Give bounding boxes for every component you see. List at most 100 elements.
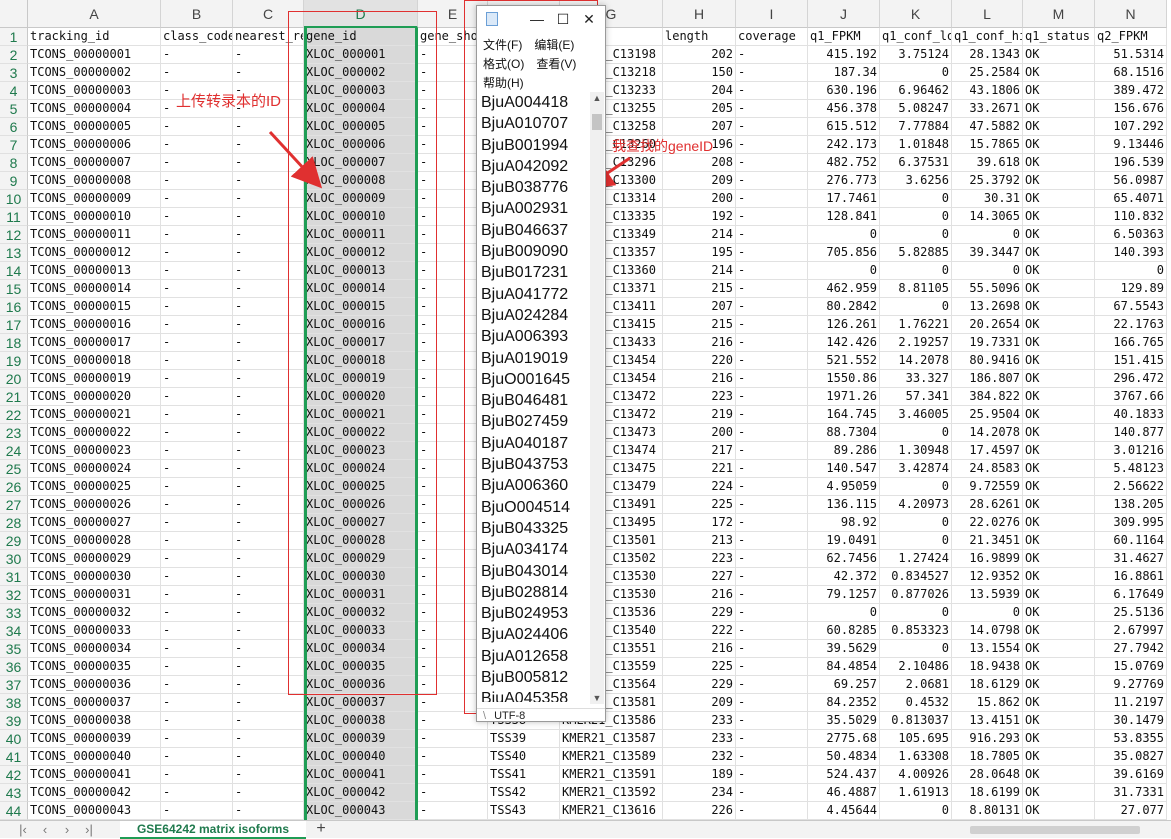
row-number[interactable]: 40 bbox=[0, 730, 28, 748]
table-cell[interactable]: - bbox=[161, 514, 233, 532]
table-cell[interactable]: - bbox=[736, 568, 808, 586]
next-sheet-icon[interactable]: › bbox=[56, 821, 78, 839]
table-cell[interactable]: 187.34 bbox=[808, 64, 880, 82]
table-cell[interactable]: XLOC_000011 bbox=[304, 226, 418, 244]
table-cell[interactable]: 142.426 bbox=[808, 334, 880, 352]
table-cell[interactable]: 0 bbox=[808, 604, 880, 622]
table-cell[interactable]: 0 bbox=[880, 532, 952, 550]
table-cell[interactable]: - bbox=[161, 406, 233, 424]
table-cell[interactable]: - bbox=[161, 604, 233, 622]
table-cell[interactable]: - bbox=[233, 460, 304, 478]
table-cell[interactable]: - bbox=[736, 82, 808, 100]
table-cell[interactable]: XLOC_000025 bbox=[304, 478, 418, 496]
table-cell[interactable]: - bbox=[736, 478, 808, 496]
table-cell[interactable]: XLOC_000019 bbox=[304, 370, 418, 388]
table-cell[interactable]: 0 bbox=[880, 604, 952, 622]
table-cell[interactable]: - bbox=[233, 334, 304, 352]
table-cell[interactable]: 0.4532 bbox=[880, 694, 952, 712]
first-sheet-icon[interactable]: |‹ bbox=[12, 821, 34, 839]
table-cell[interactable]: 129.89 bbox=[1095, 280, 1167, 298]
table-cell[interactable]: 1.30948 bbox=[880, 442, 952, 460]
field-header-cell[interactable]: length bbox=[663, 28, 736, 46]
row-number[interactable]: 24 bbox=[0, 442, 28, 460]
table-cell[interactable]: 4.20973 bbox=[880, 496, 952, 514]
table-cell[interactable]: - bbox=[161, 226, 233, 244]
table-cell[interactable]: 462.959 bbox=[808, 280, 880, 298]
table-cell[interactable]: OK bbox=[1023, 496, 1095, 514]
table-cell[interactable]: - bbox=[233, 316, 304, 334]
table-cell[interactable]: XLOC_000029 bbox=[304, 550, 418, 568]
table-cell[interactable]: OK bbox=[1023, 280, 1095, 298]
table-cell[interactable]: OK bbox=[1023, 550, 1095, 568]
table-cell[interactable]: 223 bbox=[663, 550, 736, 568]
table-cell[interactable]: TCONS_00000033 bbox=[28, 622, 161, 640]
table-cell[interactable]: - bbox=[736, 730, 808, 748]
table-cell[interactable]: OK bbox=[1023, 46, 1095, 64]
scroll-up-icon[interactable]: ▲ bbox=[590, 92, 604, 104]
table-cell[interactable]: 0 bbox=[880, 424, 952, 442]
table-cell[interactable]: 207 bbox=[663, 118, 736, 136]
table-cell[interactable]: XLOC_000033 bbox=[304, 622, 418, 640]
table-cell[interactable]: - bbox=[233, 118, 304, 136]
table-cell[interactable]: 3767.66 bbox=[1095, 388, 1167, 406]
table-cell[interactable]: XLOC_000042 bbox=[304, 784, 418, 802]
table-cell[interactable]: 0 bbox=[952, 604, 1023, 622]
row-number[interactable]: 8 bbox=[0, 154, 28, 172]
table-cell[interactable]: OK bbox=[1023, 676, 1095, 694]
table-cell[interactable]: OK bbox=[1023, 334, 1095, 352]
row-number[interactable]: 20 bbox=[0, 370, 28, 388]
table-cell[interactable]: 156.676 bbox=[1095, 100, 1167, 118]
row-number[interactable]: 31 bbox=[0, 568, 28, 586]
table-cell[interactable]: 2.67997 bbox=[1095, 622, 1167, 640]
table-cell[interactable]: 13.2698 bbox=[952, 298, 1023, 316]
table-cell[interactable]: - bbox=[418, 730, 488, 748]
notepad-scrollbar[interactable]: ▲ ▼ bbox=[590, 92, 604, 704]
table-cell[interactable]: 200 bbox=[663, 424, 736, 442]
table-cell[interactable]: 2.56622 bbox=[1095, 478, 1167, 496]
table-cell[interactable]: 50.4834 bbox=[808, 748, 880, 766]
table-cell[interactable]: 4.95059 bbox=[808, 478, 880, 496]
table-cell[interactable]: - bbox=[736, 424, 808, 442]
table-cell[interactable]: 220 bbox=[663, 352, 736, 370]
table-cell[interactable]: - bbox=[161, 298, 233, 316]
table-cell[interactable]: - bbox=[233, 532, 304, 550]
table-cell[interactable]: TCONS_00000035 bbox=[28, 658, 161, 676]
row-number[interactable]: 18 bbox=[0, 334, 28, 352]
field-header-cell[interactable]: nearest_ref_id bbox=[233, 28, 304, 46]
table-cell[interactable]: 60.8285 bbox=[808, 622, 880, 640]
table-cell[interactable]: 7.77884 bbox=[880, 118, 952, 136]
notepad-titlebar[interactable]: — ☐ ✕ bbox=[477, 6, 605, 32]
table-cell[interactable]: - bbox=[736, 802, 808, 820]
table-cell[interactable]: 56.0987 bbox=[1095, 172, 1167, 190]
table-cell[interactable]: - bbox=[161, 352, 233, 370]
table-cell[interactable]: 209 bbox=[663, 694, 736, 712]
table-cell[interactable]: 3.42874 bbox=[880, 460, 952, 478]
row-number[interactable]: 15 bbox=[0, 280, 28, 298]
table-cell[interactable]: - bbox=[161, 424, 233, 442]
scroll-down-icon[interactable]: ▼ bbox=[590, 692, 604, 704]
column-header-b[interactable]: B bbox=[161, 0, 233, 28]
notepad-window[interactable]: — ☐ ✕ 文件(F) 编辑(E) 格式(O) 查看(V) 帮助(H) BjuA00… bbox=[476, 5, 606, 722]
table-cell[interactable]: 276.773 bbox=[808, 172, 880, 190]
table-cell[interactable]: 6.37531 bbox=[880, 154, 952, 172]
table-cell[interactable]: - bbox=[161, 244, 233, 262]
table-cell[interactable]: 186.807 bbox=[952, 370, 1023, 388]
table-cell[interactable]: XLOC_000016 bbox=[304, 316, 418, 334]
table-cell[interactable]: 51.5314 bbox=[1095, 46, 1167, 64]
table-cell[interactable]: 229 bbox=[663, 604, 736, 622]
row-number[interactable]: 11 bbox=[0, 208, 28, 226]
table-cell[interactable]: 25.2584 bbox=[952, 64, 1023, 82]
table-cell[interactable]: 30.31 bbox=[952, 190, 1023, 208]
table-cell[interactable]: - bbox=[233, 496, 304, 514]
table-cell[interactable]: 225 bbox=[663, 658, 736, 676]
table-cell[interactable]: OK bbox=[1023, 748, 1095, 766]
table-cell[interactable]: - bbox=[736, 550, 808, 568]
table-cell[interactable]: XLOC_000039 bbox=[304, 730, 418, 748]
table-cell[interactable]: XLOC_000010 bbox=[304, 208, 418, 226]
table-cell[interactable]: OK bbox=[1023, 460, 1095, 478]
table-cell[interactable]: 6.17649 bbox=[1095, 586, 1167, 604]
table-cell[interactable]: XLOC_000031 bbox=[304, 586, 418, 604]
table-cell[interactable]: 216 bbox=[663, 586, 736, 604]
table-cell[interactable]: XLOC_000009 bbox=[304, 190, 418, 208]
table-cell[interactable]: OK bbox=[1023, 154, 1095, 172]
